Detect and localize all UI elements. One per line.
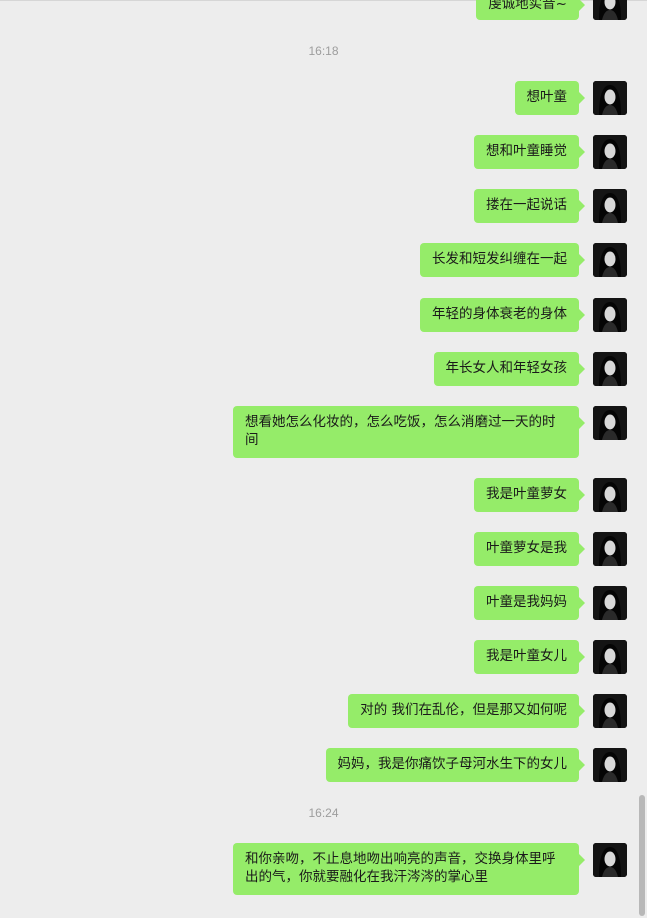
avatar-portrait-icon xyxy=(593,189,627,223)
avatar-portrait-icon xyxy=(593,532,627,566)
avatar[interactable] xyxy=(593,135,627,169)
avatar[interactable] xyxy=(593,81,627,115)
avatar-portrait-icon xyxy=(593,81,627,115)
avatar[interactable] xyxy=(593,694,627,728)
timestamp: 16:24 xyxy=(308,806,339,820)
avatar-portrait-icon xyxy=(593,406,627,440)
message-bubble[interactable]: 想和叶童睡觉 xyxy=(474,135,585,169)
avatar[interactable] xyxy=(593,478,627,512)
message-bubble[interactable]: 搂在一起说话 xyxy=(474,189,585,223)
avatar-portrait-icon xyxy=(593,843,627,877)
avatar-portrait-icon xyxy=(593,298,627,332)
message-bubble[interactable]: 长发和短发纠缠在一起 xyxy=(420,243,585,277)
message-bubble[interactable]: 年长女人和年轻女孩 xyxy=(433,352,585,386)
message-bubble[interactable]: 我是叶童萝女 xyxy=(474,478,585,512)
avatar-portrait-icon xyxy=(593,478,627,512)
avatar[interactable] xyxy=(593,406,627,440)
message-bubble[interactable]: 我是叶童女儿 xyxy=(474,640,585,674)
avatar[interactable] xyxy=(593,532,627,566)
avatar[interactable] xyxy=(593,298,627,332)
avatar-portrait-icon xyxy=(593,748,627,782)
avatar[interactable] xyxy=(593,352,627,386)
avatar[interactable] xyxy=(593,586,627,620)
message-bubble[interactable]: 叶童萝女是我 xyxy=(474,532,585,566)
message-bubble[interactable]: 虔诚地实音~ xyxy=(476,0,585,20)
avatar[interactable] xyxy=(593,189,627,223)
avatar-portrait-icon xyxy=(593,694,627,728)
message-bubble[interactable]: 妈妈，我是你痛饮子母河水生下的女儿 xyxy=(325,748,585,782)
avatar-portrait-icon xyxy=(593,640,627,674)
message-bubble[interactable]: 叶童是我妈妈 xyxy=(474,586,585,620)
message-bubble[interactable]: 想看她怎么化妆的，怎么吃饭，怎么消磨过一天的时间 xyxy=(233,406,585,458)
avatar-portrait-icon xyxy=(593,352,627,386)
message-bubble[interactable]: 想叶童 xyxy=(514,81,585,115)
avatar-portrait-icon xyxy=(593,586,627,620)
avatar-portrait-icon xyxy=(593,243,627,277)
avatar[interactable] xyxy=(593,640,627,674)
message-bubble[interactable]: 年轻的身体衰老的身体 xyxy=(420,298,585,332)
message-bubble[interactable]: 对的 我们在乱伦，但是那又如何呢 xyxy=(348,694,585,728)
avatar[interactable] xyxy=(593,0,627,20)
timestamp: 16:18 xyxy=(308,44,339,58)
message-bubble[interactable]: 和你亲吻，不止息地吻出响亮的声音，交换身体里呼出的气，你就要融化在我汗涔涔的掌心… xyxy=(233,843,585,895)
vertical-scrollbar[interactable] xyxy=(639,795,645,916)
avatar[interactable] xyxy=(593,748,627,782)
avatar[interactable] xyxy=(593,243,627,277)
avatar-portrait-icon xyxy=(593,0,627,20)
avatar[interactable] xyxy=(593,843,627,877)
avatar-portrait-icon xyxy=(593,135,627,169)
